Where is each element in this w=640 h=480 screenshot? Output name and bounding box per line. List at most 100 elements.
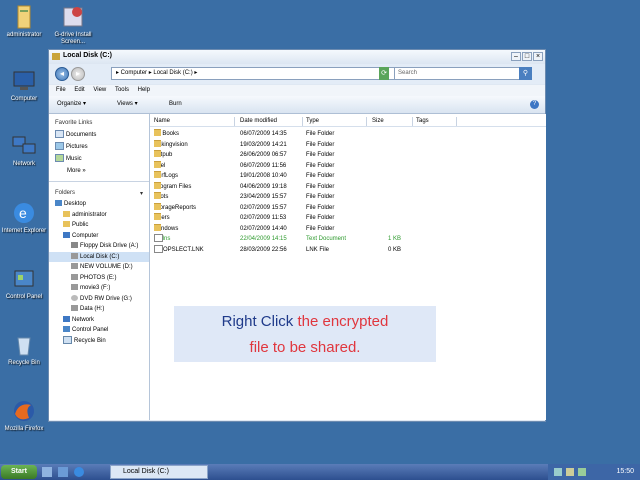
burn-button[interactable]: Burn	[169, 100, 182, 109]
callout-text-action: Right Click	[221, 313, 294, 330]
drive-icon	[71, 305, 78, 312]
search-icon[interactable]: ⚲	[519, 67, 532, 80]
drive-icon	[71, 252, 78, 259]
ie-quicklaunch-icon[interactable]	[74, 467, 84, 477]
tray-icon[interactable]	[566, 468, 574, 476]
start-button[interactable]: Start	[1, 465, 37, 479]
file-size: 0 KB	[388, 246, 402, 253]
file-row[interactable]: 21 Books 06/07/2009 14:35 File Folder	[150, 129, 546, 140]
tree-label: administrator	[72, 211, 107, 218]
desktop-icon-label: Mozilla Firefox	[4, 426, 44, 432]
tree-label: Local Disk (C:)	[80, 253, 120, 260]
tree-item-administrator[interactable]: administrator	[49, 210, 149, 221]
minimize-button[interactable]: –	[511, 52, 521, 61]
drive-install-icon	[63, 7, 83, 27]
file-date: 06/07/2009 14:35	[240, 131, 287, 137]
tree-item-floppy[interactable]: Floppy Disk Drive (A:)	[49, 241, 149, 252]
tree-item-dvd[interactable]: DVD RW Drive (G:)	[49, 294, 149, 305]
show-desktop-icon[interactable]	[42, 467, 52, 477]
desktop-icon-computer[interactable]: Computer	[0, 68, 51, 103]
favorite-pictures[interactable]: Pictures	[49, 141, 149, 153]
file-row[interactable]: StorageReports 02/07/2009 15:57 File Folde…	[150, 202, 546, 214]
recycle-bin-icon	[63, 335, 72, 344]
views-button[interactable]: Views ▾	[117, 100, 138, 109]
menu-bar: File Edit View Tools Help	[49, 85, 545, 96]
desktop-icon-label: Internet Explorer	[1, 228, 47, 234]
pictures-icon	[55, 142, 64, 151]
folders-header[interactable]: Folders ▾	[49, 181, 149, 199]
tree-item-new-volume[interactable]: NEW VOLUME (D:)	[49, 262, 149, 273]
file-row[interactable]: hotpub 26/06/2009 06:57 File Folder	[150, 150, 546, 161]
tree-item-local-disk[interactable]: Local Disk (C:)	[49, 251, 149, 262]
tray-icon[interactable]	[554, 468, 562, 476]
back-button[interactable]: ◂	[55, 67, 69, 81]
file-row[interactable]: addns 22/04/2009 14:15 Text Document 1 KB	[150, 234, 546, 245]
folder-icon	[154, 150, 161, 157]
tree-item-network[interactable]: Network	[49, 315, 149, 326]
address-field[interactable]: ▸ Computer ▸ Local Disk (C:) ▸	[111, 67, 421, 80]
file-row[interactable]: Windows 02/07/2009 14:40 File Folder	[150, 223, 546, 235]
title-bar[interactable]: Local Disk (C:) – □ ×	[49, 50, 545, 65]
file-row[interactable]: PerfLogs 19/01/2008 10:40 File Folder	[150, 171, 546, 182]
close-button[interactable]: ×	[533, 52, 543, 61]
column-date-modified[interactable]: Date modified	[240, 117, 303, 126]
callout-text-rest: file to be shared.	[249, 339, 361, 356]
file-name: Users	[154, 213, 170, 224]
tree-item-computer[interactable]: Computer	[49, 231, 149, 242]
folder-icon	[154, 202, 161, 210]
file-type: File Folder	[306, 162, 335, 169]
folder-icon	[154, 192, 161, 199]
desktop-icon-ie[interactable]: e Internet Explorer	[0, 200, 51, 235]
tree-item-photos[interactable]: PHOTOS (E:)	[49, 273, 149, 284]
desktop-icon-control-panel[interactable]: Control Panel	[0, 266, 51, 301]
refresh-icon[interactable]: ⟳	[379, 67, 389, 80]
maximize-button[interactable]: □	[522, 52, 532, 61]
desktop-icon-administrator[interactable]: administrator	[0, 4, 51, 39]
switch-windows-icon[interactable]	[58, 467, 68, 477]
forward-button[interactable]: ▸	[71, 67, 85, 81]
clock[interactable]: 15:50	[616, 464, 634, 480]
menu-file[interactable]: File	[56, 85, 66, 96]
file-row[interactable]: shots 23/04/2009 15:57 File Folder	[150, 192, 546, 203]
tray-icon[interactable]	[578, 468, 586, 476]
menu-tools[interactable]: Tools	[115, 85, 129, 96]
desktop-icon-firefox[interactable]: Mozilla Firefox	[0, 398, 51, 433]
menu-view[interactable]: View	[93, 85, 106, 96]
menu-help[interactable]: Help	[138, 85, 150, 96]
help-icon[interactable]: ?	[530, 100, 539, 109]
column-type[interactable]: Type	[306, 117, 367, 126]
favorite-documents[interactable]: Documents	[49, 129, 149, 141]
desktop-icon-gdrive[interactable]: G-drive Install Screen...	[46, 4, 100, 46]
drive-icon	[71, 273, 78, 280]
taskbar: Start Local Disk (C:) 15:50	[0, 464, 640, 480]
taskbar-item-local-disk[interactable]: Local Disk (C:)	[110, 465, 208, 479]
tree-item-data[interactable]: Data (H:)	[49, 304, 149, 315]
menu-edit[interactable]: Edit	[74, 85, 84, 96]
file-row[interactable]: Bakingvision 19/03/2009 14:21 File Folder	[150, 139, 546, 151]
tree-item-control-panel[interactable]: Control Panel	[49, 325, 149, 336]
desktop-icon-network[interactable]: Network	[0, 133, 51, 168]
tree-label: Public	[72, 222, 89, 228]
tree-item-desktop[interactable]: Desktop	[49, 199, 149, 210]
folder-icon	[154, 213, 161, 220]
file-row[interactable]: Program Files 04/06/2009 19:18 File Folder	[150, 181, 546, 193]
column-tags[interactable]: Tags	[416, 117, 457, 126]
file-row[interactable]: Users 02/07/2009 11:53 File Folder	[150, 213, 546, 224]
column-name[interactable]: Name	[154, 117, 235, 126]
desktop-icon-label: Recycle Bin	[8, 360, 40, 366]
file-type: File Folder	[306, 152, 335, 158]
favorite-more[interactable]: More »	[49, 165, 149, 177]
tree-item-public[interactable]: Public	[49, 220, 149, 231]
favorite-music[interactable]: Music	[49, 153, 149, 165]
file-row[interactable]: DOOPSLECT.LNK 28/03/2009 22:56 LNK File 0 K…	[150, 244, 546, 256]
column-size[interactable]: Size	[372, 117, 413, 126]
organize-button[interactable]: Organize ▾	[57, 100, 86, 109]
file-row[interactable]: Intel 06/07/2009 11:56 File Folder	[150, 160, 546, 172]
desktop-icon-label: Network	[12, 161, 35, 167]
search-input[interactable]: Search	[394, 67, 520, 80]
file-type: File Folder	[306, 204, 335, 211]
desktop-icon-recycle-bin[interactable]: Recycle Bin	[0, 332, 51, 367]
file-name: shots	[154, 192, 168, 203]
tree-item-movie3[interactable]: movie3 (F:)	[49, 283, 149, 294]
tree-item-recycle-bin[interactable]: Recycle Bin	[49, 335, 149, 347]
